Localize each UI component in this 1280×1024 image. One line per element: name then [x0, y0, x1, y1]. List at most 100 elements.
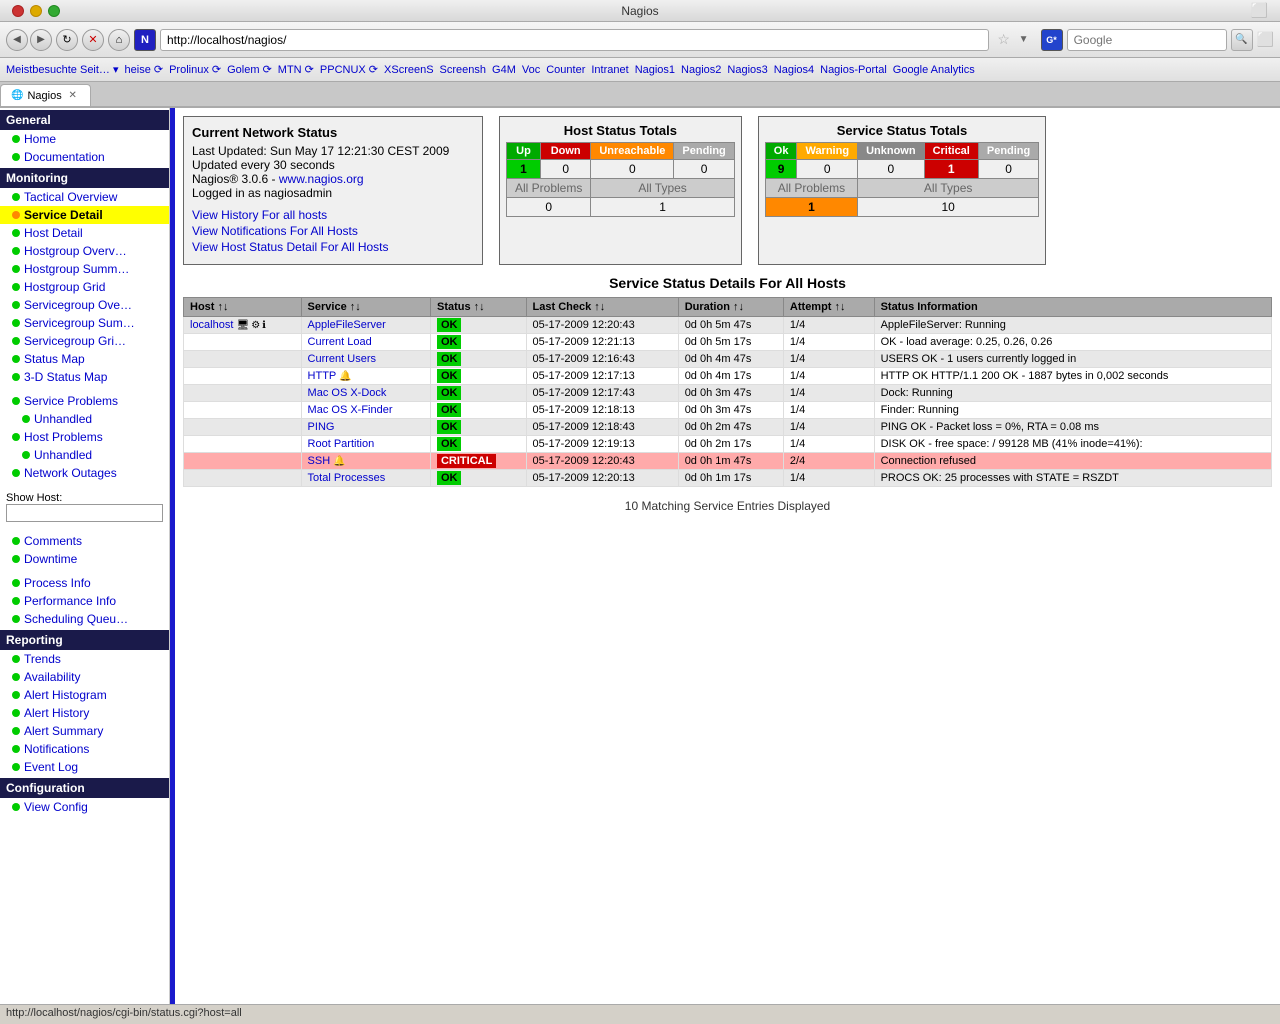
bookmark-google-analytics[interactable]: Google Analytics: [893, 64, 975, 76]
bookmark-nagios1[interactable]: Nagios1: [635, 64, 675, 76]
sidebar-link-availability[interactable]: Availability: [24, 670, 80, 684]
svc-pending-count[interactable]: 0: [978, 160, 1038, 179]
back-button[interactable]: ◀: [6, 29, 28, 51]
sidebar-link-performance-info[interactable]: Performance Info: [24, 594, 116, 608]
sidebar-link-status-map[interactable]: Status Map: [24, 352, 85, 366]
bookmark-nagios2[interactable]: Nagios2: [681, 64, 721, 76]
sidebar-link-process-info[interactable]: Process Info: [24, 576, 91, 590]
bookmark-counter[interactable]: Counter: [546, 64, 585, 76]
sidebar-item-scheduling-queue[interactable]: Scheduling Queu…: [0, 610, 169, 628]
sidebar-item-host-detail[interactable]: Host Detail: [0, 224, 169, 242]
sidebar-item-host-unhandled[interactable]: Unhandled: [0, 446, 169, 464]
sidebar-item-status-map[interactable]: Status Map: [0, 350, 169, 368]
sidebar-item-view-config[interactable]: View Config: [0, 798, 169, 816]
svc-unknown-count[interactable]: 0: [858, 160, 925, 179]
sidebar-item-hostgroup-grid[interactable]: Hostgroup Grid: [0, 278, 169, 296]
sidebar-item-downtime[interactable]: Downtime: [0, 550, 169, 568]
sidebar-link-scheduling-queue[interactable]: Scheduling Queu…: [24, 612, 128, 626]
view-history-link[interactable]: View History For all hosts: [192, 208, 474, 222]
home-button[interactable]: ⌂: [108, 29, 130, 51]
service-link-current-load[interactable]: Current Load: [308, 336, 372, 348]
bookmark-meistbesuchte[interactable]: Meistbesuchte Seit… ▾: [6, 63, 119, 76]
sidebar-item-process-info[interactable]: Process Info: [0, 574, 169, 592]
sidebar-item-hostgroup-summary[interactable]: Hostgroup Summ…: [0, 260, 169, 278]
bookmark-star-icon[interactable]: ☆: [993, 29, 1015, 51]
sidebar-link-hostgroup-grid[interactable]: Hostgroup Grid: [24, 280, 105, 294]
sidebar-item-host-problems[interactable]: Host Problems: [0, 428, 169, 446]
host-all-problems-label[interactable]: All Problems: [507, 179, 591, 198]
version-link[interactable]: www.nagios.org: [279, 172, 364, 186]
show-host-input[interactable]: [6, 504, 163, 522]
sidebar-link-alert-history[interactable]: Alert History: [24, 706, 89, 720]
bookmark-g4m[interactable]: G4M: [492, 64, 516, 76]
sidebar-item-alert-summary[interactable]: Alert Summary: [0, 722, 169, 740]
service-link-http[interactable]: HTTP: [308, 370, 337, 382]
bookmark-nagios-portal[interactable]: Nagios-Portal: [820, 64, 887, 76]
bookmark-prolinux[interactable]: Prolinux ⟳: [169, 63, 221, 76]
sidebar-link-event-log[interactable]: Event Log: [24, 760, 78, 774]
sidebar-link-servicegroup-overview[interactable]: Servicegroup Ove…: [24, 298, 132, 312]
sidebar-link-service-detail[interactable]: Service Detail: [24, 208, 103, 222]
bookmark-heise[interactable]: heise ⟳: [125, 63, 164, 76]
search-input[interactable]: [1067, 29, 1227, 51]
sidebar-item-trends[interactable]: Trends: [0, 650, 169, 668]
sidebar-link-hostgroup-summary[interactable]: Hostgroup Summ…: [24, 262, 129, 276]
host-up-count[interactable]: 1: [507, 160, 541, 179]
bookmark-ppcnux[interactable]: PPCNUX ⟳: [320, 63, 378, 76]
service-link-ssh[interactable]: SSH: [308, 455, 331, 467]
sidebar-item-availability[interactable]: Availability: [0, 668, 169, 686]
view-host-status-link[interactable]: View Host Status Detail For All Hosts: [192, 240, 474, 254]
bookmark-nagios3[interactable]: Nagios3: [727, 64, 767, 76]
tab-nagios[interactable]: 🌐 Nagios ✕: [0, 84, 91, 106]
sidebar-item-alert-histogram[interactable]: Alert Histogram: [0, 686, 169, 704]
service-link-current-users[interactable]: Current Users: [308, 353, 376, 365]
sidebar-item-servicegroup-grid[interactable]: Servicegroup Gri…: [0, 332, 169, 350]
service-link-applefile[interactable]: AppleFileServer: [308, 319, 386, 331]
svc-ok-count[interactable]: 9: [765, 160, 797, 179]
col-duration[interactable]: Duration ↑↓: [678, 298, 783, 317]
stop-button[interactable]: ✕: [82, 29, 104, 51]
sidebar-item-3d-status-map[interactable]: 3-D Status Map: [0, 368, 169, 386]
col-last-check[interactable]: Last Check ↑↓: [526, 298, 678, 317]
bookmark-golem[interactable]: Golem ⟳: [227, 63, 272, 76]
sidebar-item-home[interactable]: Home: [0, 130, 169, 148]
service-link-total-processes[interactable]: Total Processes: [308, 472, 386, 484]
sidebar-link-tactical-overview[interactable]: Tactical Overview: [24, 190, 117, 204]
sidebar-item-comments[interactable]: Comments: [0, 532, 169, 550]
tab-close-button[interactable]: ✕: [66, 89, 80, 103]
sidebar-link-host-unhandled[interactable]: Unhandled: [34, 448, 92, 462]
sidebar-item-service-unhandled[interactable]: Unhandled: [0, 410, 169, 428]
sidebar-item-servicegroup-summary[interactable]: Servicegroup Sum…: [0, 314, 169, 332]
svc-all-types-label[interactable]: All Types: [858, 179, 1039, 198]
host-unreachable-count[interactable]: 0: [591, 160, 674, 179]
sidebar-item-documentation[interactable]: Documentation: [0, 148, 169, 166]
forward-button[interactable]: ▶: [30, 29, 52, 51]
host-link[interactable]: localhost: [190, 319, 233, 331]
url-bar[interactable]: [160, 29, 989, 51]
col-service[interactable]: Service ↑↓: [301, 298, 430, 317]
sidebar-link-network-outages[interactable]: Network Outages: [24, 466, 117, 480]
sidebar-item-service-detail[interactable]: Service Detail: [0, 206, 169, 224]
sidebar-item-performance-info[interactable]: Performance Info: [0, 592, 169, 610]
sidebar-item-servicegroup-overview[interactable]: Servicegroup Ove…: [0, 296, 169, 314]
sidebar-link-servicegroup-grid[interactable]: Servicegroup Gri…: [24, 334, 126, 348]
svc-critical-count[interactable]: 1: [924, 160, 978, 179]
svc-all-problems-label[interactable]: All Problems: [765, 179, 857, 198]
sidebar-item-hostgroup-overview[interactable]: Hostgroup Overv…: [0, 242, 169, 260]
svc-all-problems-val[interactable]: 1: [765, 198, 857, 217]
sidebar-link-service-unhandled[interactable]: Unhandled: [34, 412, 92, 426]
col-status[interactable]: Status ↑↓: [430, 298, 526, 317]
bookmark-voc[interactable]: Voc: [522, 64, 540, 76]
sidebar-link-view-config[interactable]: View Config: [24, 800, 88, 814]
sidebar-item-alert-history[interactable]: Alert History: [0, 704, 169, 722]
bookmark-screensh[interactable]: Screensh: [440, 64, 486, 76]
sidebar-link-home[interactable]: Home: [24, 132, 56, 146]
service-link-macosx-dock[interactable]: Mac OS X-Dock: [308, 387, 387, 399]
host-all-types-label[interactable]: All Types: [591, 179, 734, 198]
view-notifications-link[interactable]: View Notifications For All Hosts: [192, 224, 474, 238]
host-down-count[interactable]: 0: [540, 160, 590, 179]
sidebar-item-tactical-overview[interactable]: Tactical Overview: [0, 188, 169, 206]
sidebar-link-alert-summary[interactable]: Alert Summary: [24, 724, 103, 738]
search-go-button[interactable]: 🔍: [1231, 29, 1253, 51]
sidebar-link-comments[interactable]: Comments: [24, 534, 82, 548]
